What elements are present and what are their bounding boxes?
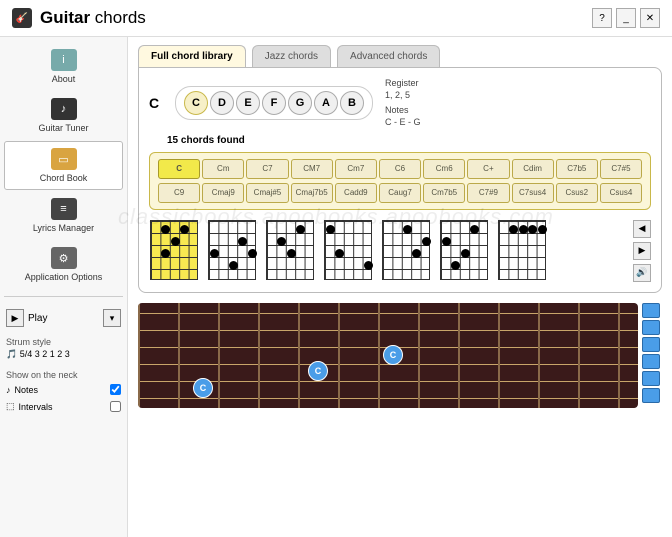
- chord-chip[interactable]: Cmaj7b5: [291, 183, 333, 203]
- fb-string-2[interactable]: [642, 320, 660, 335]
- root-pill-D[interactable]: D: [210, 91, 234, 115]
- chord-chip[interactable]: Csus2: [556, 183, 598, 203]
- book-icon: ▭: [51, 148, 77, 170]
- sidebar-item-chordbook[interactable]: ▭ Chord Book: [4, 141, 123, 190]
- fb-string-4[interactable]: [642, 354, 660, 369]
- chord-panel: C CDEFGAB Register1, 2, 5 NotesC - E - G…: [138, 67, 662, 293]
- tab-jazz[interactable]: Jazz chords: [252, 45, 331, 67]
- info-icon: i: [51, 49, 77, 71]
- main-panel: Full chord library Jazz chords Advanced …: [128, 37, 672, 537]
- fretboard-controls: [642, 303, 662, 408]
- play-button[interactable]: ▶: [6, 309, 24, 327]
- tab-bar: Full chord library Jazz chords Advanced …: [138, 45, 662, 67]
- sidebar-item-tuner[interactable]: ♪ Guitar Tuner: [4, 92, 123, 139]
- root-pill-F[interactable]: F: [262, 91, 286, 115]
- sidebar: i About ♪ Guitar Tuner ▭ Chord Book ≡ Lyrics…: [0, 37, 128, 537]
- diagram-nav[interactable]: ▶: [633, 242, 651, 260]
- chord-chip[interactable]: C7: [246, 159, 288, 179]
- play-label: Play: [28, 313, 47, 324]
- play-dropdown[interactable]: ▾: [103, 309, 121, 327]
- results-count: 15 chords found: [167, 135, 651, 146]
- root-pill-A[interactable]: A: [314, 91, 338, 115]
- chord-diagram[interactable]: [149, 220, 199, 280]
- chord-chip[interactable]: Cmaj9: [202, 183, 244, 203]
- close-button[interactable]: ✕: [640, 8, 660, 28]
- neck-intervals-row[interactable]: ⬚Intervals: [4, 399, 123, 414]
- chord-chip[interactable]: Cm: [202, 159, 244, 179]
- sidebar-label: Chord Book: [40, 173, 88, 183]
- chord-diagrams: ◀ ▶ 🔊: [149, 220, 651, 282]
- chord-chip[interactable]: Cadd9: [335, 183, 377, 203]
- lyrics-icon: ≡: [51, 198, 77, 220]
- chord-diagram[interactable]: [497, 220, 547, 280]
- sidebar-label: Guitar Tuner: [38, 123, 88, 133]
- fret-note[interactable]: C: [308, 361, 328, 381]
- chord-meta: Register1, 2, 5 NotesC - E - G: [385, 78, 421, 129]
- chord-chip[interactable]: Cmaj#5: [246, 183, 288, 203]
- sidebar-item-options[interactable]: ⚙ Application Options: [4, 241, 123, 288]
- sidebar-label: Application Options: [25, 272, 103, 282]
- fret-note[interactable]: C: [193, 378, 213, 398]
- root-pill-G[interactable]: G: [288, 91, 312, 115]
- chord-chip[interactable]: C: [158, 159, 200, 179]
- chord-chip[interactable]: Cm7: [335, 159, 377, 179]
- chord-chip[interactable]: C6: [379, 159, 421, 179]
- chord-diagram[interactable]: [265, 220, 315, 280]
- chord-diagram[interactable]: [381, 220, 431, 280]
- fretboard[interactable]: C C C: [138, 303, 638, 408]
- chord-chip[interactable]: C7b5: [556, 159, 598, 179]
- fb-string-3[interactable]: [642, 337, 660, 352]
- chord-chip[interactable]: C7#5: [600, 159, 642, 179]
- strum-value[interactable]: 🎵 5/4 3 2 1 2 3: [4, 349, 123, 364]
- app-icon: 🎸: [12, 8, 32, 28]
- diagram-nav[interactable]: ◀: [633, 220, 651, 238]
- sidebar-label: Lyrics Manager: [33, 223, 94, 233]
- sound-button[interactable]: 🔊: [633, 264, 651, 282]
- sidebar-label: About: [52, 74, 76, 84]
- root-pill-C[interactable]: C: [184, 91, 208, 115]
- tuner-icon: ♪: [51, 98, 77, 120]
- play-control: ▶ Play ▾: [4, 305, 123, 331]
- chord-chip[interactable]: Cm6: [423, 159, 465, 179]
- chord-chip[interactable]: CM7: [291, 159, 333, 179]
- chord-diagram[interactable]: [323, 220, 373, 280]
- root-selector: CDEFGAB: [175, 86, 373, 120]
- minimize-button[interactable]: _: [616, 8, 636, 28]
- gear-icon: ⚙: [51, 247, 77, 269]
- chord-diagram[interactable]: [207, 220, 257, 280]
- sidebar-item-about[interactable]: i About: [4, 43, 123, 90]
- chord-chip[interactable]: Csus4: [600, 183, 642, 203]
- chord-chip[interactable]: C+: [467, 159, 509, 179]
- fb-string-1[interactable]: [642, 303, 660, 318]
- fb-string-6[interactable]: [642, 388, 660, 403]
- neck-notes-row[interactable]: ♪Notes: [4, 382, 123, 397]
- chord-chip[interactable]: Caug7: [379, 183, 421, 203]
- fretboard-section: C C C: [138, 303, 662, 408]
- divider: [4, 296, 123, 297]
- chord-diagram[interactable]: [439, 220, 489, 280]
- notes-checkbox[interactable]: [110, 384, 121, 395]
- tab-advanced[interactable]: Advanced chords: [337, 45, 440, 67]
- chord-chip[interactable]: C9: [158, 183, 200, 203]
- sidebar-item-lyrics[interactable]: ≡ Lyrics Manager: [4, 192, 123, 239]
- fret-note[interactable]: C: [383, 345, 403, 365]
- strum-label: Strum style: [4, 333, 123, 347]
- fb-string-5[interactable]: [642, 371, 660, 386]
- chord-chip[interactable]: Cm7b5: [423, 183, 465, 203]
- root-prefix: C: [149, 95, 163, 111]
- chord-chip[interactable]: C7sus4: [512, 183, 554, 203]
- root-pill-E[interactable]: E: [236, 91, 260, 115]
- chord-chip[interactable]: Cdim: [512, 159, 554, 179]
- intervals-checkbox[interactable]: [110, 401, 121, 412]
- neck-label: Show on the neck: [4, 366, 123, 380]
- app-title: Guitar chords: [40, 8, 146, 28]
- help-button[interactable]: ?: [592, 8, 612, 28]
- root-pill-B[interactable]: B: [340, 91, 364, 115]
- tab-full-library[interactable]: Full chord library: [138, 45, 246, 67]
- chord-list: CCmC7CM7Cm7C6Cm6C+CdimC7b5C7#5C9Cmaj9Cma…: [149, 152, 651, 210]
- chord-chip[interactable]: C7#9: [467, 183, 509, 203]
